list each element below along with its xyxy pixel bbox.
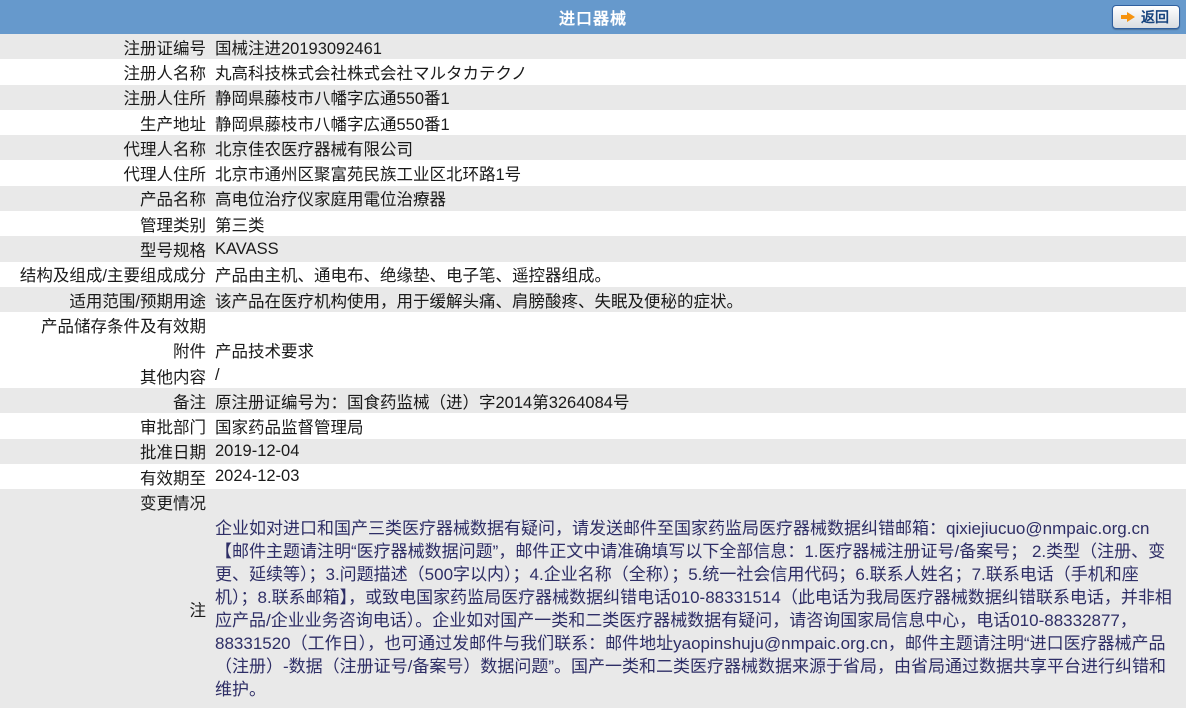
row-value: 静岡県藤枝市八幡字広通550番1 xyxy=(215,90,450,109)
table-row: 变更情况 xyxy=(0,489,1186,515)
table-row: 批准日期 2019-12-04 xyxy=(0,438,1186,465)
row-value: / xyxy=(215,366,220,384)
table-row: 代理人住所 北京市通州区聚富苑民族工业区北环路1号 xyxy=(0,160,1186,186)
row-value: KAVASS xyxy=(215,239,279,258)
row-value: 丸高科技株式会社株式会社マルタカテクノ xyxy=(215,64,528,83)
row-value: 产品由主机、通电布、绝缘垫、电子笔、遥控器组成。 xyxy=(215,267,611,286)
row-value: 高电位治疗仪家庭用電位治療器 xyxy=(215,191,446,210)
row-label: 备注 xyxy=(173,393,206,412)
table-row: 注册人名称 丸高科技株式会社株式会社マルタカテクノ xyxy=(0,59,1186,85)
row-label: 生产地址 xyxy=(140,115,206,134)
row-label: 产品储存条件及有效期 xyxy=(41,317,206,336)
row-label: 批准日期 xyxy=(140,444,206,463)
row-label: 其他内容 xyxy=(140,368,206,387)
row-value: 产品技术要求 xyxy=(215,343,314,362)
note-section: 注 企业如对进口和国产三类医疗器械数据有疑问，请发送邮件至国家药监局医疗器械数据… xyxy=(0,514,1186,708)
table-row: 其他内容 / xyxy=(0,362,1186,389)
table-row: 注册人住所 静岡県藤枝市八幡字広通550番1 xyxy=(0,84,1186,110)
table-row: 备注 原注册证编号为：国食药监械（进）字2014第3264084号 xyxy=(0,388,1186,414)
row-label: 注册人名称 xyxy=(123,64,207,83)
row-value: 原注册证编号为：国食药监械（进）字2014第3264084号 xyxy=(215,393,630,412)
row-label: 代理人名称 xyxy=(123,140,207,159)
table-row: 代理人名称 北京佳农医疗器械有限公司 xyxy=(0,135,1186,161)
row-value: 北京佳农医疗器械有限公司 xyxy=(215,140,413,159)
note-text: 企业如对进口和国产三类医疗器械数据有疑问，请发送邮件至国家药监局医疗器械数据纠错… xyxy=(215,518,1172,699)
table-row: 产品名称 高电位治疗仪家庭用電位治療器 xyxy=(0,185,1186,212)
row-value: 国家药品监督管理局 xyxy=(215,419,364,438)
row-label: 管理类别 xyxy=(140,216,206,235)
row-value: 静岡県藤枝市八幡字広通550番1 xyxy=(215,115,450,134)
row-label: 产品名称 xyxy=(140,191,206,210)
page-header: 进口器械 返回 xyxy=(0,0,1186,34)
row-value: 第三类 xyxy=(215,216,265,235)
table-row: 管理类别 第三类 xyxy=(0,211,1186,237)
table-row: 产品储存条件及有效期 xyxy=(0,312,1186,338)
row-value: 国械注进20193092461 xyxy=(215,39,382,58)
table-row: 型号规格 KAVASS xyxy=(0,236,1186,262)
row-value: 北京市通州区聚富苑民族工业区北环路1号 xyxy=(215,166,522,185)
table-row: 结构及组成/主要组成成分 产品由主机、通电布、绝缘垫、电子笔、遥控器组成。 xyxy=(0,261,1186,287)
row-label: 代理人住所 xyxy=(123,166,207,185)
row-value: 2019-12-04 xyxy=(215,441,300,460)
table-row: 生产地址 静岡県藤枝市八幡字広通550番1 xyxy=(0,109,1186,136)
table-row: 有效期至 2024-12-03 xyxy=(0,464,1186,490)
row-label: 注册人住所 xyxy=(123,90,207,109)
back-button-label: 返回 xyxy=(1141,9,1169,25)
row-value: 该产品在医疗机构使用，用于缓解头痛、肩膀酸疼、失眠及便秘的症状。 xyxy=(215,292,743,311)
import-device-detail-page: 进口器械 返回 注册证编号 国械注进20193092461 注册人名称 丸高科技株式会… xyxy=(0,0,1186,708)
note-label: 注 xyxy=(189,601,207,620)
row-label: 结构及组成/主要组成成分 xyxy=(19,267,206,286)
row-value: 2024-12-03 xyxy=(215,467,300,486)
row-label: 型号规格 xyxy=(140,242,206,261)
device-info-table: 注册证编号 国械注进20193092461 注册人名称 丸高科技株式会社株式会社マルタ… xyxy=(0,34,1186,515)
row-label: 有效期至 xyxy=(140,469,206,488)
table-row: 适用范围/预期用途 该产品在医疗机构使用，用于缓解头痛、肩膀酸疼、失眠及便秘的症状… xyxy=(0,286,1186,313)
table-row: 注册证编号 国械注进20193092461 xyxy=(0,34,1186,60)
row-label: 适用范围/预期用途 xyxy=(69,292,206,311)
row-label: 审批部门 xyxy=(140,419,206,438)
back-button[interactable]: 返回 xyxy=(1112,5,1180,29)
row-label: 注册证编号 xyxy=(123,39,207,58)
arrow-right-icon xyxy=(1121,12,1135,22)
table-row: 附件 产品技术要求 xyxy=(0,337,1186,363)
row-label: 变更情况 xyxy=(140,494,206,513)
page-title: 进口器械 xyxy=(558,11,627,28)
row-label: 附件 xyxy=(173,343,206,362)
table-row: 审批部门 国家药品监督管理局 xyxy=(0,413,1186,439)
